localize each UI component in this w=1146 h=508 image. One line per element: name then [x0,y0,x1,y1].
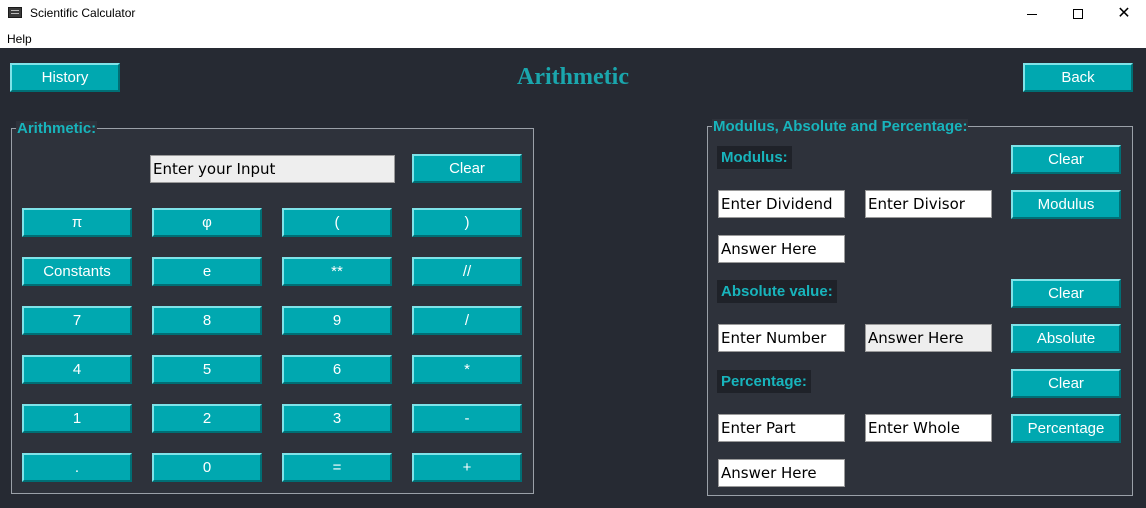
modulus-clear-button[interactable]: Clear [1011,145,1121,174]
key-1[interactable]: 1 [22,404,132,433]
dividend-input[interactable]: Enter Dividend [718,190,845,218]
arithmetic-clear-button[interactable]: Clear [412,154,522,183]
menu-help[interactable]: Help [7,32,32,46]
page-title: Arithmetic [517,64,629,90]
whole-input[interactable]: Enter Whole [865,414,992,442]
key-power[interactable]: ** [282,257,392,286]
percentage-clear-button[interactable]: Clear [1011,369,1121,398]
key-2[interactable]: 2 [152,404,262,433]
arithmetic-frame-title: Arithmetic: [16,120,98,137]
key-3[interactable]: 3 [282,404,392,433]
number-input[interactable]: Enter Number [718,324,845,352]
key-4[interactable]: 4 [22,355,132,384]
divisor-input[interactable]: Enter Divisor [865,190,992,218]
key-e[interactable]: e [152,257,262,286]
key-5[interactable]: 5 [152,355,262,384]
key-multiply[interactable]: * [412,355,522,384]
calculator-app-icon [8,7,22,18]
close-icon: ✕ [1117,5,1131,22]
modulus-frame-title: Modulus, Absolute and Percentage: [712,118,969,135]
absolute-label: Absolute value: [717,280,837,303]
menu-bar: Help [0,28,1146,48]
minimize-button[interactable] [1009,0,1055,28]
percentage-answer: Answer Here [718,459,845,487]
modulus-answer: Answer Here [718,235,845,263]
key-7[interactable]: 7 [22,306,132,335]
key-divide[interactable]: / [412,306,522,335]
key-plus[interactable]: + [412,453,522,482]
key-constants[interactable]: Constants [22,257,132,286]
percentage-button[interactable]: Percentage [1011,414,1121,443]
key-decimal[interactable]: . [22,453,132,482]
key-equals[interactable]: = [282,453,392,482]
maximize-button[interactable] [1055,0,1101,28]
key-8[interactable]: 8 [152,306,262,335]
window-title: Scientific Calculator [30,6,136,20]
key-minus[interactable]: - [412,404,522,433]
key-floor-divide[interactable]: // [412,257,522,286]
key-0[interactable]: 0 [152,453,262,482]
absolute-button[interactable]: Absolute [1011,324,1121,353]
close-button[interactable]: ✕ [1101,0,1146,28]
arithmetic-input[interactable]: Enter your Input [150,155,395,183]
absolute-clear-button[interactable]: Clear [1011,279,1121,308]
part-input[interactable]: Enter Part [718,414,845,442]
back-button[interactable]: Back [1023,63,1133,92]
key-6[interactable]: 6 [282,355,392,384]
main-area: History Arithmetic Back Arithmetic: Ente… [0,48,1146,508]
key-phi[interactable]: φ [152,208,262,237]
absolute-answer: Answer Here [865,324,992,352]
key-pi[interactable]: π [22,208,132,237]
key-9[interactable]: 9 [282,306,392,335]
key-open-paren[interactable]: ( [282,208,392,237]
maximize-icon [1073,9,1083,19]
modulus-button[interactable]: Modulus [1011,190,1121,219]
key-close-paren[interactable]: ) [412,208,522,237]
percentage-label: Percentage: [717,370,811,393]
minimize-icon [1027,13,1037,15]
modulus-label: Modulus: [717,146,792,169]
title-bar: Scientific Calculator ✕ [0,0,1146,28]
